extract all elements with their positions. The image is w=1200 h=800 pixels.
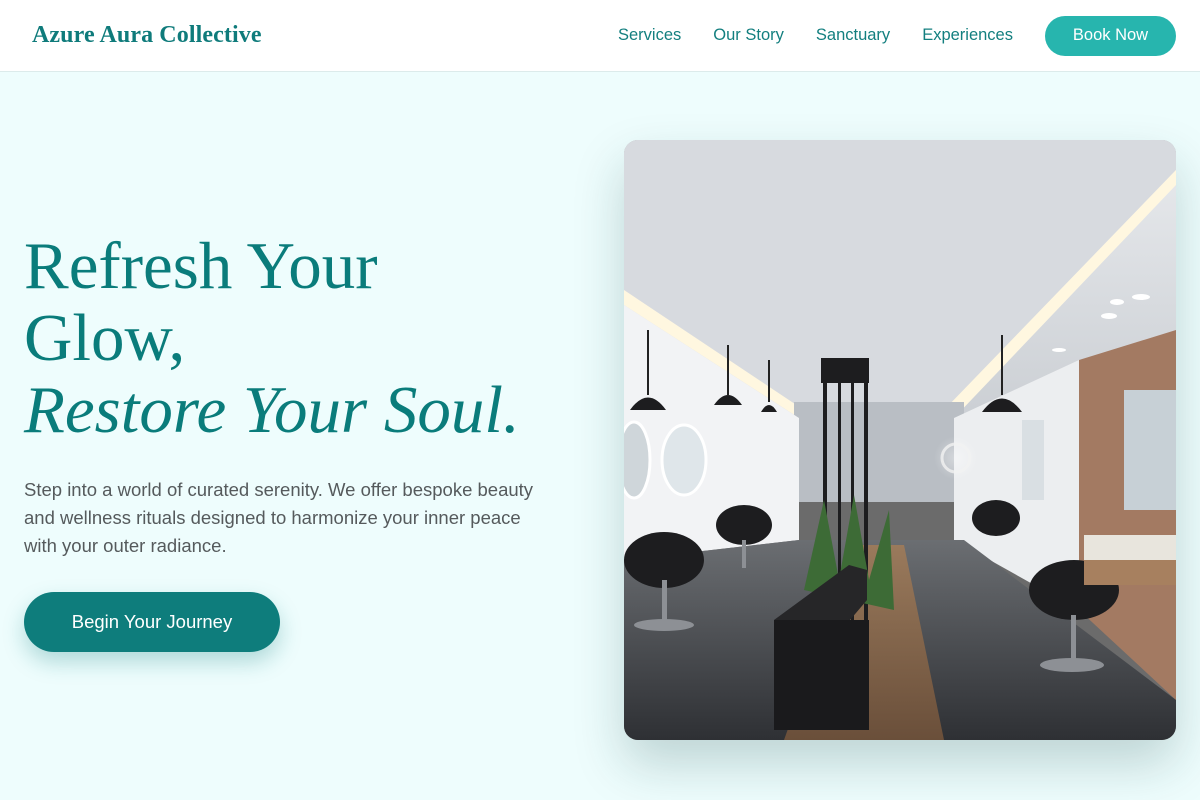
headline-line-1: Refresh Your Glow, — [24, 229, 378, 375]
site-header: Azure Aura Collective Services Our Story… — [0, 0, 1200, 72]
book-now-button[interactable]: Book Now — [1045, 15, 1176, 56]
salon-interior-image — [624, 140, 1176, 740]
headline-line-2: Restore Your Soul. — [24, 373, 520, 447]
brand-logo[interactable]: Azure Aura Collective — [32, 22, 262, 49]
hero-content: Refresh Your Glow, Restore Your Soul. St… — [24, 230, 584, 652]
nav-link-our-story[interactable]: Our Story — [713, 26, 784, 45]
nav-link-sanctuary[interactable]: Sanctuary — [816, 26, 890, 45]
nav-link-experiences[interactable]: Experiences — [922, 26, 1013, 45]
main-nav: Services Our Story Sanctuary Experiences… — [618, 15, 1176, 56]
begin-journey-button[interactable]: Begin Your Journey — [24, 592, 280, 652]
salon-interior-photo — [624, 140, 1176, 740]
hero-description: Step into a world of curated serenity. W… — [24, 479, 534, 556]
hero-headline: Refresh Your Glow, Restore Your Soul. — [24, 230, 584, 446]
nav-link-services[interactable]: Services — [618, 26, 681, 45]
